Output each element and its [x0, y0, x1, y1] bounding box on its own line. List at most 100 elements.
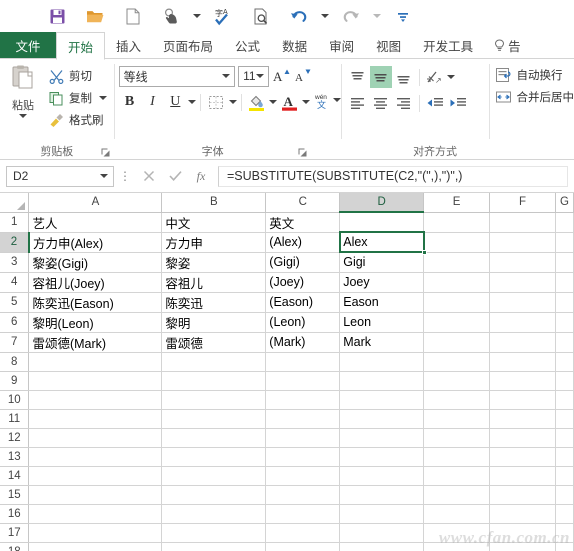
increase-indent-button[interactable] — [447, 92, 469, 114]
orientation-button[interactable]: ↗ — [424, 66, 446, 88]
cell-F9[interactable] — [489, 371, 556, 391]
tab-page-layout[interactable]: 页面布局 — [152, 32, 224, 59]
redo-button[interactable] — [332, 2, 370, 30]
cell-B13[interactable] — [161, 447, 267, 467]
cell-D14[interactable] — [339, 466, 425, 486]
italic-button[interactable]: I — [141, 91, 163, 113]
worksheet-grid[interactable]: ABCDEFG 1 艺人 中文 英文 2 方力申(Alex) 方力申 (Alex) Alex 3 黎… — [0, 193, 574, 551]
align-center-button[interactable] — [370, 92, 392, 114]
cell-C9[interactable] — [265, 371, 341, 391]
cell-D17[interactable] — [339, 523, 425, 543]
cell-G10[interactable] — [555, 390, 574, 410]
cell-D1[interactable] — [339, 212, 425, 233]
cell-F16[interactable] — [489, 504, 556, 524]
column-header-b[interactable]: B — [161, 193, 267, 213]
cell-G15[interactable] — [555, 485, 574, 505]
cell-A2[interactable]: 方力申(Alex) — [28, 232, 163, 253]
cell-C4[interactable]: (Joey) — [265, 272, 341, 293]
cell-B5[interactable]: 陈奕迅 — [161, 292, 267, 313]
cell-G3[interactable] — [555, 252, 574, 273]
cell-D15[interactable] — [339, 485, 425, 505]
save-button[interactable] — [38, 2, 76, 30]
paste-button[interactable]: 粘贴 — [0, 62, 46, 118]
row-header-5[interactable]: 5 — [0, 292, 30, 313]
cell-D3[interactable]: Gigi — [339, 252, 425, 273]
cell-A4[interactable]: 容祖儿(Joey) — [28, 272, 163, 293]
cell-B17[interactable] — [161, 523, 267, 543]
cell-F17[interactable] — [489, 523, 556, 543]
cell-C12[interactable] — [265, 428, 341, 448]
row-header-13[interactable]: 13 — [0, 447, 30, 467]
font-name-input[interactable]: 等线 — [118, 65, 236, 87]
cut-button[interactable]: 剪切 — [46, 65, 107, 87]
cell-F10[interactable] — [489, 390, 556, 410]
fill-handle[interactable] — [421, 250, 427, 255]
cell-C13[interactable] — [265, 447, 341, 467]
merge-center-button[interactable]: 合并后居中 — [490, 84, 574, 106]
tab-view[interactable]: 视图 — [365, 32, 412, 59]
cell-D18[interactable] — [339, 542, 425, 551]
column-header-g[interactable]: G — [555, 193, 574, 213]
cell-A14[interactable] — [28, 466, 163, 486]
formula-bar-expand-dots[interactable]: ⋮ — [114, 169, 136, 183]
cell-F15[interactable] — [489, 485, 556, 505]
cell-D6[interactable]: Leon — [339, 312, 425, 333]
cell-G16[interactable] — [555, 504, 574, 524]
cell-B4[interactable]: 容祖儿 — [161, 272, 267, 293]
font-color-caret-icon[interactable] — [302, 91, 311, 113]
enter-formula-button[interactable] — [162, 165, 188, 187]
copy-button[interactable]: 复制 — [46, 87, 107, 109]
row-header-10[interactable]: 10 — [0, 390, 30, 410]
decrease-indent-button[interactable] — [424, 92, 446, 114]
cell-C17[interactable] — [265, 523, 341, 543]
cell-F14[interactable] — [489, 466, 556, 486]
cell-G8[interactable] — [555, 352, 574, 372]
column-header-f[interactable]: F — [489, 193, 556, 213]
cell-D10[interactable] — [339, 390, 425, 410]
cell-F8[interactable] — [489, 352, 556, 372]
cell-E14[interactable] — [423, 466, 491, 486]
print-preview-button[interactable] — [242, 2, 280, 30]
row-header-15[interactable]: 15 — [0, 485, 30, 505]
cell-F4[interactable] — [489, 272, 556, 293]
orientation-caret-icon[interactable] — [447, 66, 456, 88]
row-header-1[interactable]: 1 — [0, 212, 30, 233]
cell-F18[interactable] — [489, 542, 556, 551]
cell-B10[interactable] — [161, 390, 267, 410]
select-all-corner[interactable] — [0, 193, 30, 213]
cell-F12[interactable] — [489, 428, 556, 448]
cell-A10[interactable] — [28, 390, 163, 410]
cell-D11[interactable] — [339, 409, 425, 429]
open-button[interactable] — [76, 2, 114, 30]
cell-D16[interactable] — [339, 504, 425, 524]
row-header-14[interactable]: 14 — [0, 466, 30, 486]
bold-button[interactable]: B — [119, 91, 141, 113]
underline-button[interactable]: U — [164, 91, 186, 113]
cell-G5[interactable] — [555, 292, 574, 313]
cell-G4[interactable] — [555, 272, 574, 293]
cell-C16[interactable] — [265, 504, 341, 524]
cell-A12[interactable] — [28, 428, 163, 448]
cell-E15[interactable] — [423, 485, 491, 505]
customize-qat-button[interactable] — [384, 2, 422, 30]
cell-A1[interactable]: 艺人 — [28, 212, 163, 233]
fill-color-caret-icon[interactable] — [269, 91, 278, 113]
formula-input[interactable]: =SUBSTITUTE(SUBSTITUTE(C2,"(",),")",) — [218, 165, 568, 187]
cell-C18[interactable] — [265, 542, 341, 551]
phonetic-caret-icon[interactable] — [333, 89, 342, 111]
cell-B1[interactable]: 中文 — [161, 212, 267, 233]
name-box[interactable]: D2 — [6, 165, 114, 187]
cell-G13[interactable] — [555, 447, 574, 467]
row-header-18[interactable]: 18 — [0, 542, 30, 551]
row-header-9[interactable]: 9 — [0, 371, 30, 391]
align-top-button[interactable] — [347, 66, 369, 88]
cell-B9[interactable] — [161, 371, 267, 391]
cell-F13[interactable] — [489, 447, 556, 467]
font-dialog-launcher[interactable] — [298, 148, 307, 157]
cell-D5[interactable]: Eason — [339, 292, 425, 313]
cell-C3[interactable]: (Gigi) — [265, 252, 341, 273]
cell-G14[interactable] — [555, 466, 574, 486]
cell-B15[interactable] — [161, 485, 267, 505]
cell-E18[interactable] — [423, 542, 491, 551]
insert-function-button[interactable]: fx — [188, 165, 214, 187]
